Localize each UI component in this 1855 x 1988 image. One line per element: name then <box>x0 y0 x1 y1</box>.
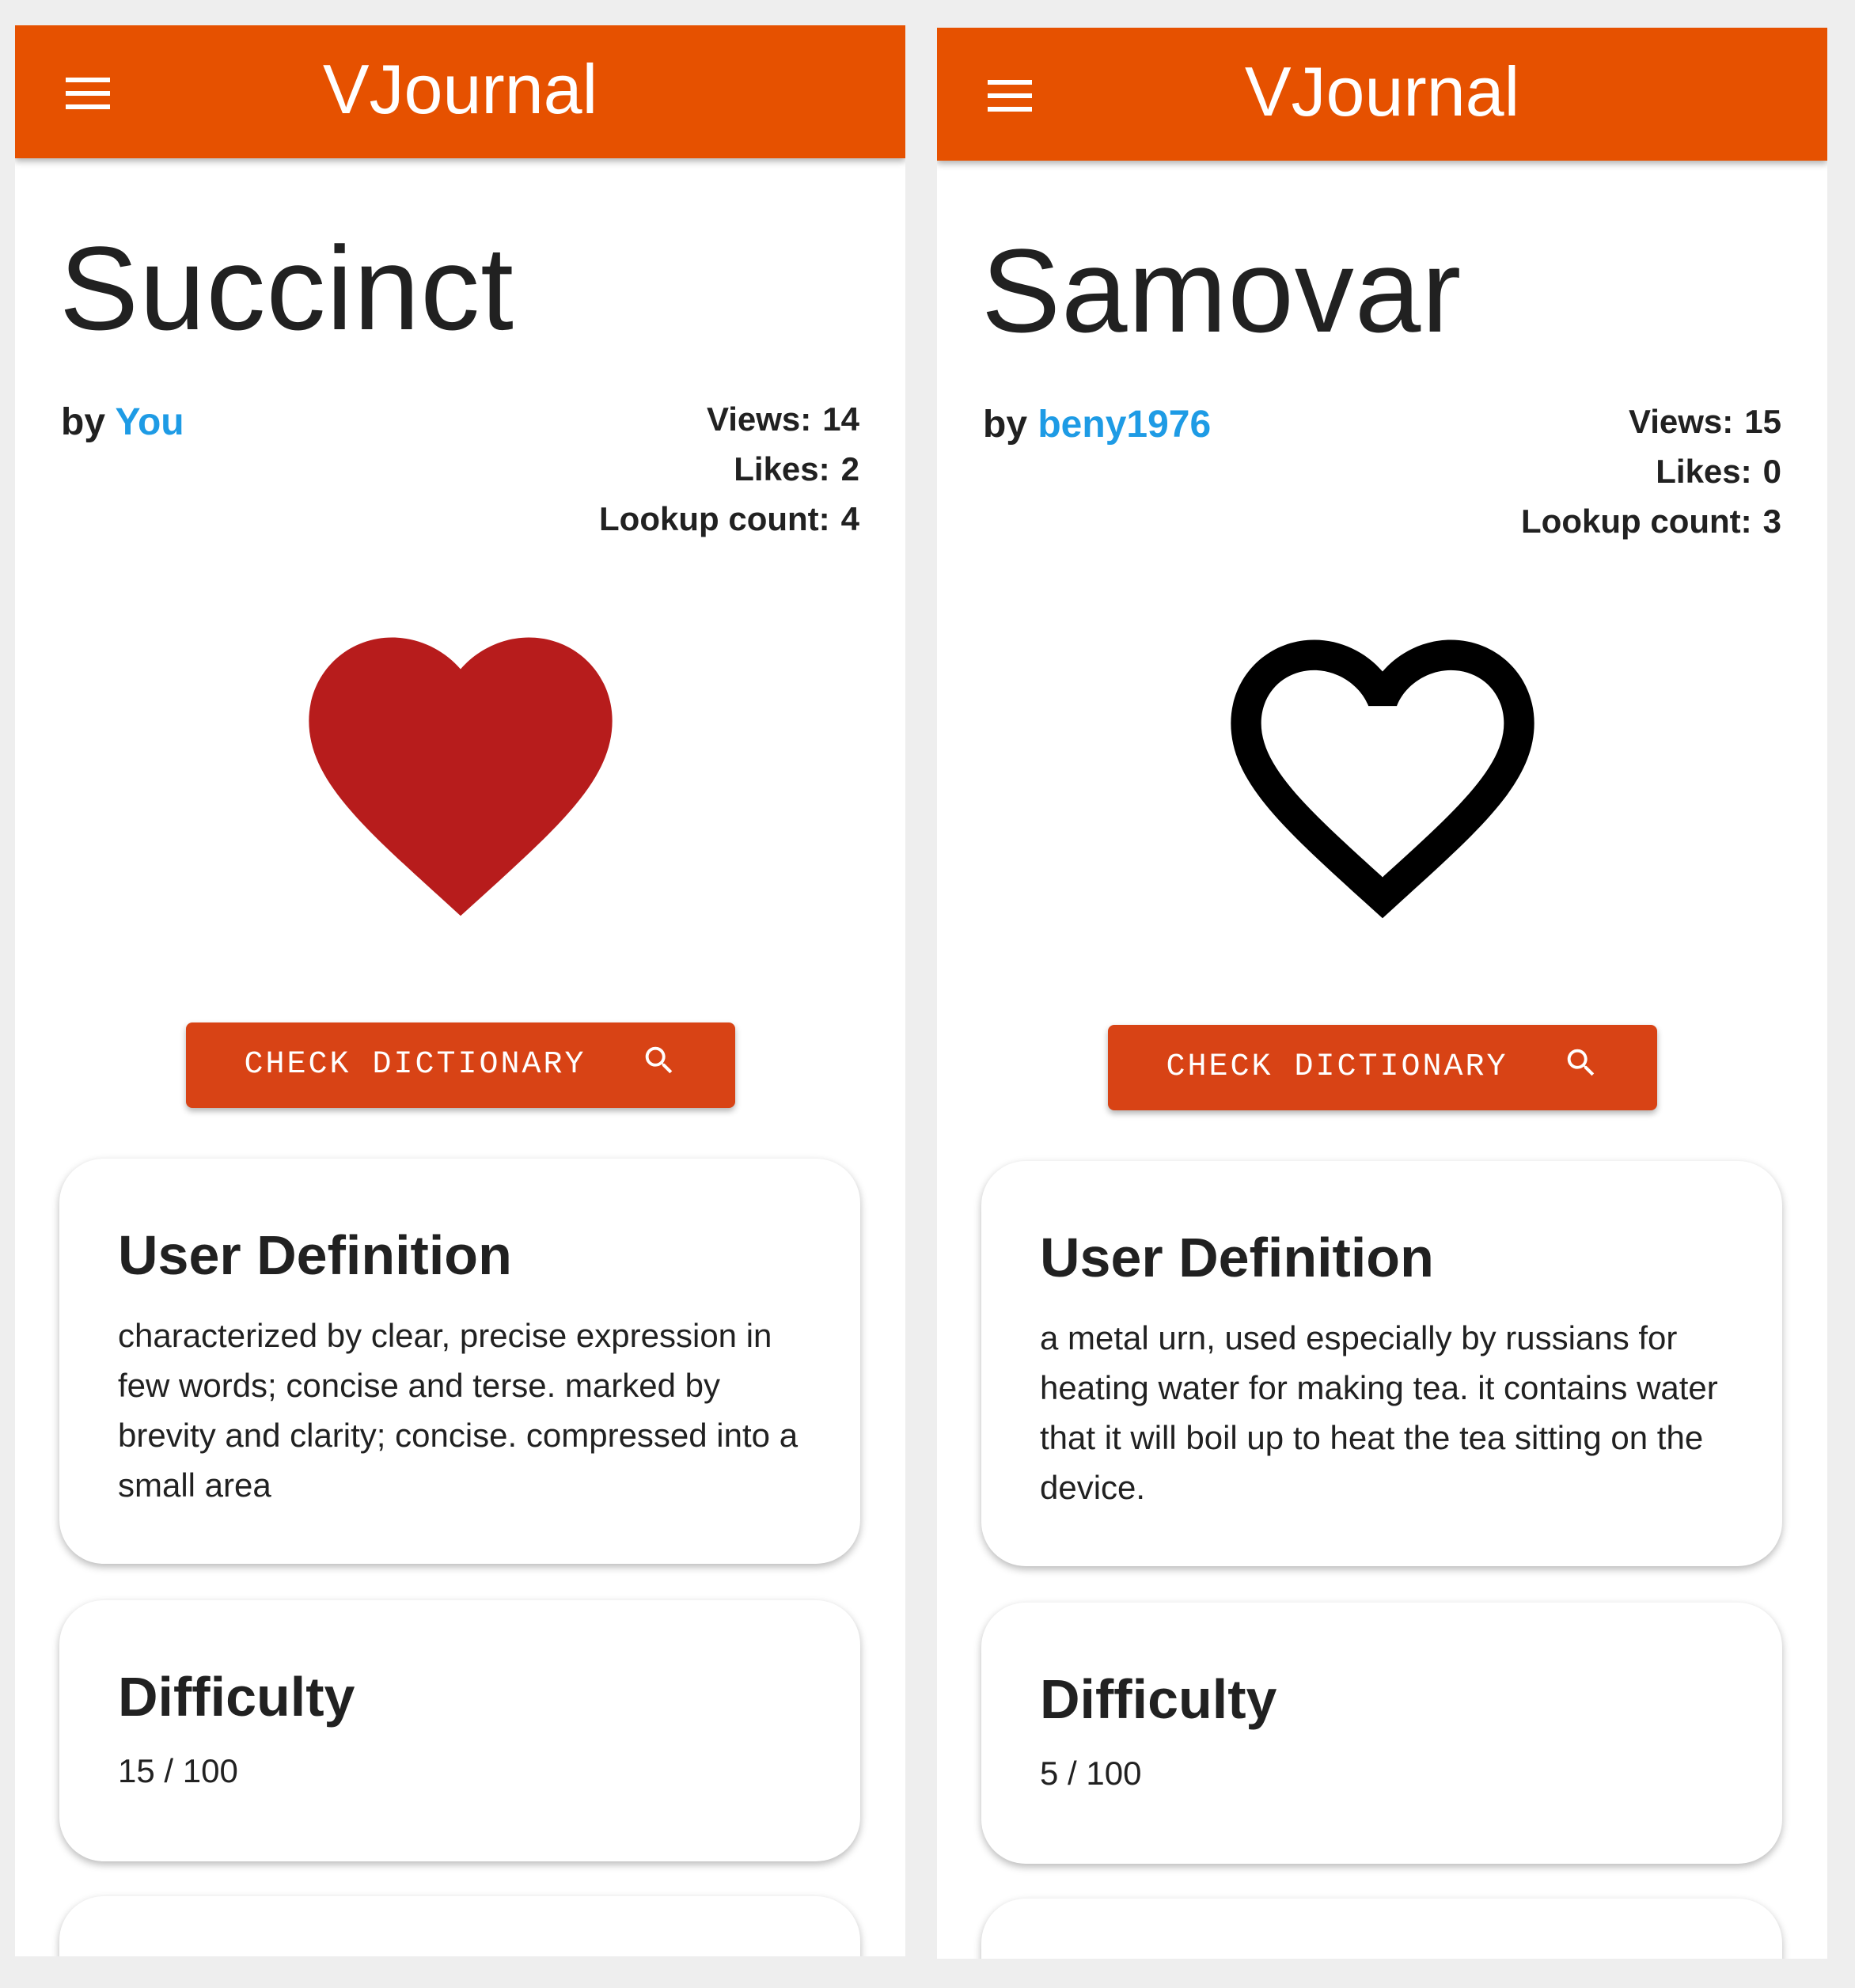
search-icon <box>1567 1049 1594 1076</box>
word-title: Succinct <box>59 222 514 355</box>
lookup-count-value: 3 <box>1762 503 1781 540</box>
app-title: VJournal <box>322 50 598 128</box>
author-link[interactable]: beny1976 <box>1038 404 1211 446</box>
likes-value: 2 <box>840 450 859 488</box>
byline: by beny1976 <box>983 403 1211 446</box>
check-dictionary-label: CHECK DICTIONARY <box>244 1047 586 1083</box>
views-value: 15 <box>1744 403 1781 440</box>
word-stats: Views: 14 Likes: 2 Lookup count: 4 <box>599 394 859 544</box>
next-card <box>981 1899 1782 1959</box>
check-dictionary-button[interactable]: CHECK DICTIONARY <box>186 1022 735 1108</box>
app-bar: VJournal <box>15 25 905 158</box>
lookup-count-label: Lookup count: <box>1521 503 1752 540</box>
author-link[interactable]: You <box>115 401 184 443</box>
lookup-count-value: 4 <box>840 500 859 537</box>
user-definition-title: User Definition <box>118 1224 512 1286</box>
byline: by You <box>61 400 184 444</box>
word-stats: Views: 15 Likes: 0 Lookup count: 3 <box>1521 396 1781 546</box>
word-screen-samovar: VJournal Samovar by beny1976 Views: 15 Li… <box>937 28 1827 1959</box>
views-label: Views: <box>1628 403 1734 440</box>
likes-stat: Likes: 2 <box>599 444 859 494</box>
heart-outline-icon <box>1231 639 1534 919</box>
views-value: 14 <box>822 400 859 438</box>
views-stat: Views: 14 <box>599 394 859 444</box>
heart-filled-icon <box>309 637 613 916</box>
word-screen-succinct: VJournal Succinct by You Views: 14 Likes:… <box>15 25 905 1956</box>
difficulty-value: 15 / 100 <box>118 1752 238 1789</box>
lookup-count-label: Lookup count: <box>599 500 830 537</box>
difficulty-card: Difficulty 15 / 100 <box>59 1600 860 1861</box>
next-card <box>59 1896 860 1956</box>
like-button[interactable] <box>1201 594 1565 958</box>
likes-stat: Likes: 0 <box>1521 446 1781 496</box>
views-stat: Views: 15 <box>1521 396 1781 446</box>
difficulty-title: Difficulty <box>118 1666 355 1728</box>
difficulty-title: Difficulty <box>1040 1668 1277 1730</box>
lookup-count-stat: Lookup count: 3 <box>1521 496 1781 546</box>
lookup-count-stat: Lookup count: 4 <box>599 494 859 544</box>
user-definition-title: User Definition <box>1040 1227 1434 1288</box>
user-definition-text: characterized by clear, precise expressi… <box>118 1317 799 1504</box>
by-label: by <box>983 404 1028 446</box>
app-title: VJournal <box>1244 52 1520 131</box>
user-definition-card: User Definition a metal urn, used especi… <box>981 1161 1782 1566</box>
check-dictionary-label: CHECK DICTIONARY <box>1166 1049 1508 1085</box>
app-bar: VJournal <box>937 28 1827 161</box>
by-label: by <box>61 401 106 443</box>
word-title: Samovar <box>981 224 1462 357</box>
likes-value: 0 <box>1762 453 1781 490</box>
likes-label: Likes: <box>1656 453 1752 490</box>
views-label: Views: <box>706 400 812 438</box>
likes-label: Likes: <box>734 450 830 488</box>
check-dictionary-button[interactable]: CHECK DICTIONARY <box>1108 1025 1657 1110</box>
search-icon <box>645 1047 672 1074</box>
difficulty-value: 5 / 100 <box>1040 1755 1142 1792</box>
difficulty-card: Difficulty 5 / 100 <box>981 1603 1782 1864</box>
user-definition-card: User Definition characterized by clear, … <box>59 1159 860 1564</box>
like-button[interactable] <box>279 592 643 956</box>
user-definition-text: a metal urn, used especially by russians… <box>1040 1319 1718 1506</box>
